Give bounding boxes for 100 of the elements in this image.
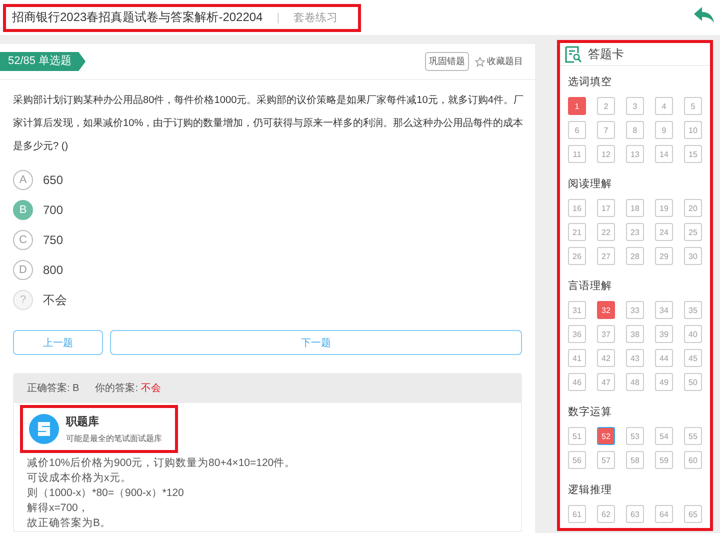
question-number[interactable]: 29 <box>655 247 673 265</box>
option-circle: C <box>13 230 33 250</box>
explanation-line: 则（1000-x）*80=（900-x）*120 <box>27 486 184 501</box>
question-number[interactable]: 31 <box>568 301 586 319</box>
question-number[interactable]: 4 <box>655 97 673 115</box>
question-number[interactable]: 22 <box>597 223 615 241</box>
question-number[interactable]: 18 <box>626 199 644 217</box>
question-number[interactable]: 3 <box>626 97 644 115</box>
question-number[interactable]: 2 <box>597 97 615 115</box>
question-number[interactable]: 45 <box>684 349 702 367</box>
question-number[interactable]: 37 <box>597 325 615 343</box>
mode-label: 套卷练习 <box>294 11 338 25</box>
question-number[interactable]: 49 <box>655 373 673 391</box>
question-number[interactable]: 47 <box>597 373 615 391</box>
section-title: 选词填空 <box>568 75 613 89</box>
question-number[interactable]: 34 <box>655 301 673 319</box>
answer-card-title: 答题卡 <box>588 46 624 62</box>
answer-option[interactable]: ? 不会 <box>13 290 67 310</box>
previous-button[interactable]: 上一题 <box>13 330 103 355</box>
question-number[interactable]: 25 <box>684 223 702 241</box>
question-number[interactable]: 59 <box>655 451 673 469</box>
question-number[interactable]: 27 <box>597 247 615 265</box>
question-number[interactable]: 65 <box>684 505 702 523</box>
question-number[interactable]: 41 <box>568 349 586 367</box>
section-title: 数字运算 <box>568 405 613 419</box>
question-number[interactable]: 40 <box>684 325 702 343</box>
question-number[interactable]: 48 <box>626 373 644 391</box>
question-number[interactable]: 5 <box>684 97 702 115</box>
your-answer-text: 你的答案: 不会 <box>95 382 161 395</box>
explanation-line: 减价10%后价格为900元，订购数量为80+4×10=120件。 <box>27 456 296 471</box>
question-number[interactable]: 55 <box>684 427 702 445</box>
answer-option[interactable]: A 650 <box>13 170 64 190</box>
question-number[interactable]: 35 <box>684 301 702 319</box>
option-circle: ? <box>13 290 33 310</box>
question-number[interactable]: 16 <box>568 199 586 217</box>
question-number[interactable]: 44 <box>655 349 673 367</box>
question-number[interactable]: 15 <box>684 145 702 163</box>
question-number[interactable]: 26 <box>568 247 586 265</box>
question-number[interactable]: 57 <box>597 451 615 469</box>
answer-sheet-icon <box>565 46 582 62</box>
question-number[interactable]: 32 <box>597 301 615 319</box>
question-number[interactable]: 58 <box>626 451 644 469</box>
page-title: 招商银行2023春招真题试卷与答案解析-202204 <box>12 9 263 26</box>
section-title: 言语理解 <box>568 279 613 293</box>
question-number[interactable]: 8 <box>626 121 644 139</box>
question-number[interactable]: 10 <box>684 121 702 139</box>
question-number[interactable]: 51 <box>568 427 586 445</box>
correct-answer-text: 正确答案: B <box>27 382 80 395</box>
question-number[interactable]: 61 <box>568 505 586 523</box>
brand-name: 职题库 <box>66 414 100 429</box>
answer-option[interactable]: D 800 <box>13 260 64 280</box>
title-separator: | <box>276 12 280 24</box>
question-number[interactable]: 7 <box>597 121 615 139</box>
question-number[interactable]: 1 <box>568 97 586 115</box>
answer-option[interactable]: C 750 <box>13 230 64 250</box>
question-number[interactable]: 33 <box>626 301 644 319</box>
question-tag: 52/85 单选题 <box>0 52 86 71</box>
question-number[interactable]: 39 <box>655 325 673 343</box>
question-number[interactable]: 38 <box>626 325 644 343</box>
brand-tagline: 可能是最全的笔试面试题库 <box>66 433 162 444</box>
question-number[interactable]: 14 <box>655 145 673 163</box>
question-number[interactable]: 19 <box>655 199 673 217</box>
question-number[interactable]: 53 <box>626 427 644 445</box>
question-number[interactable]: 20 <box>684 199 702 217</box>
question-number[interactable]: 63 <box>626 505 644 523</box>
option-circle: A <box>13 170 33 190</box>
section-title: 阅读理解 <box>568 177 613 191</box>
question-number[interactable]: 50 <box>684 373 702 391</box>
question-number[interactable]: 56 <box>568 451 586 469</box>
question-number[interactable]: 9 <box>655 121 673 139</box>
question-number[interactable]: 6 <box>568 121 586 139</box>
explanation-line: 可设成本价格为x元。 <box>27 471 132 486</box>
question-number[interactable]: 11 <box>568 145 586 163</box>
question-number[interactable]: 42 <box>597 349 615 367</box>
question-number[interactable]: 62 <box>597 505 615 523</box>
question-number[interactable]: 46 <box>568 373 586 391</box>
question-number[interactable]: 60 <box>684 451 702 469</box>
question-number[interactable]: 17 <box>597 199 615 217</box>
option-circle: D <box>13 260 33 280</box>
question-number[interactable]: 12 <box>597 145 615 163</box>
question-number[interactable]: 23 <box>626 223 644 241</box>
question-number[interactable]: 21 <box>568 223 586 241</box>
question-number[interactable]: 28 <box>626 247 644 265</box>
question-number[interactable]: 36 <box>568 325 586 343</box>
question-number[interactable]: 13 <box>626 145 644 163</box>
back-arrow-icon[interactable] <box>694 7 714 23</box>
next-button[interactable]: 下一题 <box>110 330 522 355</box>
favorite-button[interactable]: 收藏题目 <box>475 55 523 68</box>
question-number[interactable]: 24 <box>655 223 673 241</box>
explanation-line: 故正确答案为B。 <box>27 516 112 531</box>
question-number[interactable]: 30 <box>684 247 702 265</box>
question-number[interactable]: 52 <box>597 427 615 445</box>
brand-logo-icon <box>29 414 59 444</box>
question-number[interactable]: 54 <box>655 427 673 445</box>
star-icon <box>475 56 485 66</box>
explanation-line: 解得x=700， <box>27 501 89 516</box>
question-number[interactable]: 43 <box>626 349 644 367</box>
question-number[interactable]: 64 <box>655 505 673 523</box>
review-mistakes-button[interactable]: 巩固错题 <box>425 52 469 71</box>
answer-option[interactable]: B 700 <box>13 200 64 220</box>
